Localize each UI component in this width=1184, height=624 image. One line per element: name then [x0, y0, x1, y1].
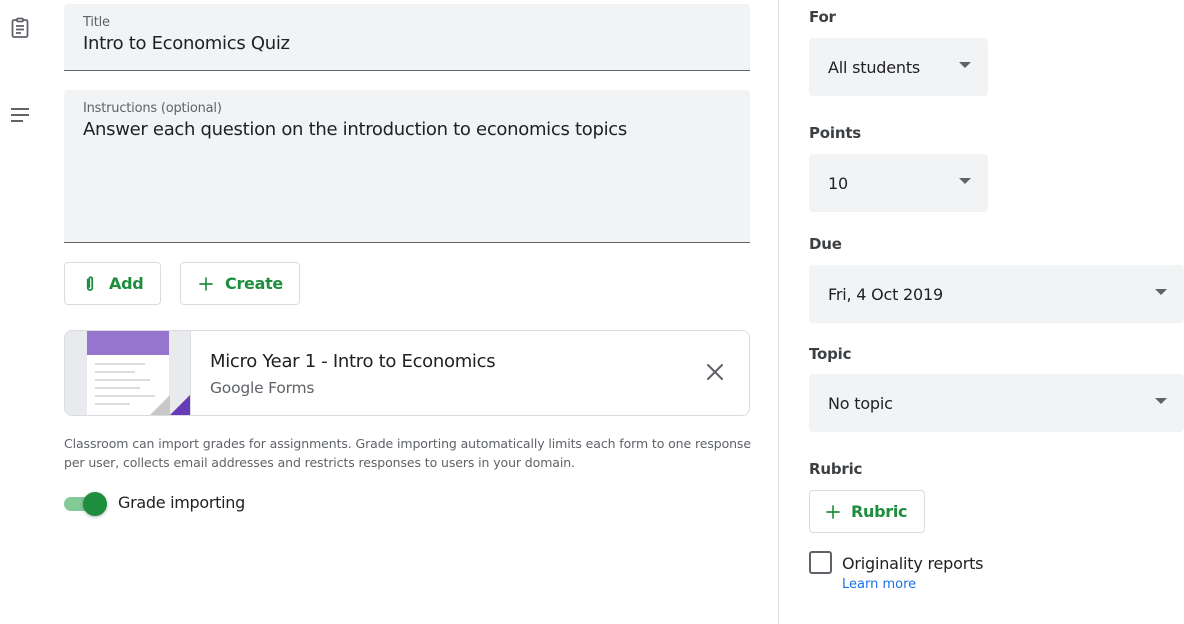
points-select[interactable]: 10 — [809, 154, 988, 212]
create-button-label: Create — [225, 274, 283, 293]
rubric-button-label: Rubric — [851, 502, 908, 521]
create-button[interactable]: Create — [180, 262, 300, 305]
instructions-label: Instructions (optional) — [83, 101, 222, 116]
add-rubric-button[interactable]: Rubric — [809, 490, 925, 533]
dropdown-arrow-icon — [959, 62, 971, 68]
due-label: Due — [809, 235, 842, 253]
points-label: Points — [809, 124, 862, 142]
add-button[interactable]: Add — [64, 262, 161, 305]
due-select[interactable]: Fri, 4 Oct 2019 — [809, 265, 1184, 323]
originality-reports-label: Originality reports — [842, 554, 984, 573]
grade-importing-label: Grade importing — [118, 493, 245, 512]
topic-select[interactable]: No topic — [809, 374, 1184, 432]
title-input[interactable]: Intro to Economics Quiz — [83, 33, 731, 54]
plus-icon — [197, 275, 215, 293]
panel-divider — [778, 0, 779, 624]
paperclip-icon — [81, 275, 99, 293]
instructions-field[interactable]: Instructions (optional) Answer each ques… — [64, 90, 750, 243]
assignment-icon — [8, 16, 32, 40]
topic-label: Topic — [809, 345, 852, 363]
for-value: All students — [828, 57, 921, 77]
topic-value: No topic — [828, 393, 893, 413]
title-field[interactable]: Title Intro to Economics Quiz — [64, 4, 750, 71]
dropdown-arrow-icon — [959, 178, 971, 184]
dropdown-arrow-icon — [1155, 289, 1167, 295]
attachment-subtitle: Google Forms — [210, 379, 315, 397]
instructions-input[interactable]: Answer each question on the introduction… — [83, 119, 731, 140]
points-value: 10 — [828, 173, 848, 193]
grade-import-note: Classroom can import grades for assignme… — [64, 436, 751, 470]
plus-icon — [824, 503, 842, 521]
for-label: For — [809, 8, 836, 26]
attachment-card[interactable]: Micro Year 1 - Intro to Economics Google… — [64, 330, 750, 416]
attachment-title[interactable]: Micro Year 1 - Intro to Economics — [210, 351, 496, 372]
dropdown-arrow-icon — [1155, 398, 1167, 404]
grade-importing-toggle[interactable] — [64, 491, 108, 516]
originality-reports-checkbox[interactable] — [809, 551, 832, 574]
rubric-label: Rubric — [809, 460, 863, 478]
add-button-label: Add — [109, 274, 144, 293]
subject-icon — [8, 103, 32, 127]
due-value: Fri, 4 Oct 2019 — [828, 284, 943, 304]
title-label: Title — [83, 15, 110, 30]
learn-more-link[interactable]: Learn more — [842, 577, 916, 592]
close-icon[interactable] — [703, 360, 727, 384]
for-select[interactable]: All students — [809, 38, 988, 96]
google-forms-thumbnail — [65, 331, 191, 415]
